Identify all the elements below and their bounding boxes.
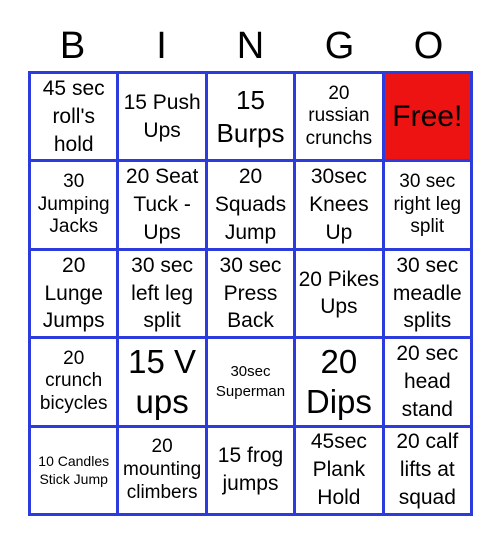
bingo-header: B I N G O — [28, 22, 473, 70]
cell-text: 45sec Plank Hold — [310, 430, 367, 510]
cell-text: 15 Burps — [216, 85, 285, 148]
bingo-cell[interactable]: 20 Pikes Ups — [296, 250, 382, 337]
header-letter-o: O — [413, 25, 444, 67]
cell-text: 20 Squads Jump — [214, 165, 287, 245]
cell-text: 20 Dips — [305, 342, 372, 420]
cell-text: 20 Lunge Jumps — [42, 253, 105, 333]
header-letter-n: N — [236, 25, 265, 67]
bingo-cell[interactable]: 10 Candles Stick Jump — [31, 427, 117, 513]
header-letter-b: B — [59, 25, 86, 67]
cell-text: 30 Jumping Jacks — [37, 170, 110, 238]
cell-text: 45 sec roll's hold — [42, 76, 105, 156]
bingo-cell[interactable]: 30 sec right leg split — [384, 162, 470, 248]
bingo-cell[interactable]: 20 mounting climbers — [119, 427, 205, 513]
bingo-cell[interactable]: 45sec Plank Hold — [296, 427, 382, 513]
bingo-cell[interactable]: 15 Push Ups — [119, 74, 205, 160]
bingo-cell[interactable]: 20 russian crunchs — [296, 74, 382, 160]
cell-text: 15 Push Ups — [123, 90, 201, 142]
cell-text: 30sec Superman — [215, 362, 286, 400]
bingo-cell[interactable]: 20 calf lifts at squad — [384, 427, 470, 513]
bingo-cell[interactable]: 30 Jumping Jacks — [31, 162, 117, 248]
bingo-cell[interactable]: 20 Dips — [296, 339, 382, 425]
bingo-cell[interactable]: 30 sec Press Back — [207, 250, 294, 337]
cell-text: 30 sec meadle splits — [392, 253, 462, 333]
bingo-cell[interactable]: 20 Seat Tuck - Ups — [119, 162, 205, 248]
bingo-card: 45 sec roll's hold 15 Push Ups 15 Burps … — [28, 71, 473, 516]
bingo-cell[interactable]: 30sec Knees Up — [296, 162, 382, 248]
cell-text: 30 sec left leg split — [131, 253, 194, 333]
cell-text: 15 frog jumps — [217, 444, 284, 496]
header-letter-i: I — [156, 25, 167, 67]
free-space-cell[interactable]: Free! — [384, 74, 470, 160]
cell-text: 30 sec Press Back — [219, 253, 282, 333]
bingo-cell[interactable]: 30 sec meadle splits — [384, 250, 470, 337]
cell-text: 30sec Knees Up — [309, 165, 369, 245]
cell-text: 20 mounting climbers — [123, 436, 202, 503]
bingo-cell[interactable]: 15 frog jumps — [207, 427, 294, 513]
bingo-cell[interactable]: 30sec Superman — [207, 339, 294, 425]
bingo-cell[interactable]: 30 sec left leg split — [119, 250, 205, 337]
cell-text: 20 russian crunchs — [305, 82, 373, 150]
cell-text: 20 Seat Tuck - Ups — [125, 165, 199, 245]
cell-text: 30 sec right leg split — [393, 170, 462, 238]
cell-text: 20 calf lifts at squad — [396, 430, 459, 510]
cell-text: 20 Pikes Ups — [298, 267, 380, 319]
cell-text: 20 crunch bicycles — [39, 347, 108, 415]
cell-text: Free! — [392, 99, 463, 133]
bingo-cell[interactable]: 20 crunch bicycles — [31, 339, 117, 425]
cell-text: 20 sec head stand — [396, 342, 459, 421]
bingo-cell[interactable]: 20 sec head stand — [384, 339, 470, 425]
bingo-cell[interactable]: 45 sec roll's hold — [31, 74, 117, 160]
cell-text: 15 V ups — [128, 342, 197, 420]
header-letter-g: G — [324, 25, 355, 67]
bingo-cell[interactable]: 20 Lunge Jumps — [31, 250, 117, 337]
cell-text: 10 Candles Stick Jump — [38, 452, 110, 488]
bingo-cell[interactable]: 15 Burps — [207, 74, 294, 160]
bingo-cell[interactable]: 20 Squads Jump — [207, 162, 294, 248]
bingo-cell[interactable]: 15 V ups — [119, 339, 205, 425]
